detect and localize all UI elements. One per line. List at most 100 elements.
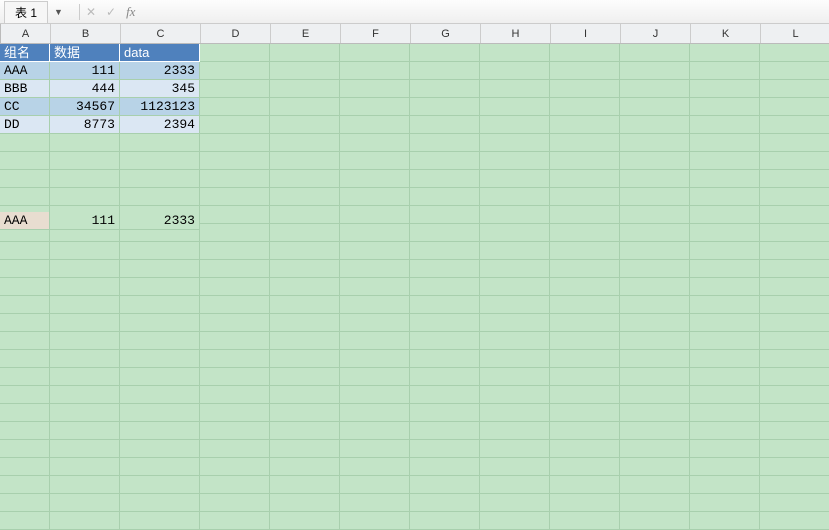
col-header-H[interactable]: H [481,24,551,43]
cell[interactable] [340,512,410,530]
cell[interactable] [120,134,200,152]
cell[interactable] [480,404,550,422]
row-value[interactable]: 444 [50,80,120,98]
cell[interactable] [690,458,760,476]
cell[interactable] [690,440,760,458]
cell[interactable] [340,458,410,476]
cell[interactable] [550,98,620,116]
cell[interactable] [270,44,340,62]
cell[interactable] [620,44,690,62]
cell[interactable] [410,458,480,476]
cell[interactable] [270,242,340,260]
cell[interactable] [480,260,550,278]
cell[interactable] [340,206,410,224]
cell[interactable] [340,386,410,404]
cell[interactable] [690,296,760,314]
cell[interactable] [620,332,690,350]
cell[interactable] [270,296,340,314]
cell[interactable] [690,242,760,260]
cell[interactable] [0,170,50,188]
row-value[interactable]: 2333 [120,62,200,80]
cell[interactable] [200,152,270,170]
cell[interactable] [120,512,200,530]
cell[interactable] [410,134,480,152]
cell[interactable] [200,206,270,224]
cell[interactable] [760,476,829,494]
cell[interactable] [0,422,50,440]
cell[interactable] [120,386,200,404]
col-header-F[interactable]: F [341,24,411,43]
table-header[interactable]: data [120,44,200,62]
cell[interactable] [200,422,270,440]
cell[interactable] [760,44,829,62]
cell[interactable] [410,188,480,206]
cell[interactable] [480,350,550,368]
cell[interactable] [200,224,270,242]
cell[interactable] [410,170,480,188]
cell[interactable] [690,512,760,530]
cell[interactable] [270,512,340,530]
cell[interactable] [340,44,410,62]
cell[interactable] [620,404,690,422]
cell[interactable] [200,260,270,278]
cell[interactable] [0,134,50,152]
cell[interactable] [0,404,50,422]
cell[interactable] [550,332,620,350]
cell[interactable] [620,98,690,116]
cell[interactable] [550,224,620,242]
cell[interactable] [480,296,550,314]
cell[interactable] [480,80,550,98]
cell[interactable] [480,134,550,152]
cell[interactable] [340,188,410,206]
cell[interactable] [340,170,410,188]
cell[interactable] [620,422,690,440]
cell[interactable] [690,188,760,206]
cell[interactable] [620,368,690,386]
cell[interactable] [340,152,410,170]
cell[interactable] [480,386,550,404]
cell[interactable] [620,494,690,512]
cell[interactable] [0,350,50,368]
selection-echo-cell[interactable]: 2333 [120,212,200,230]
cell[interactable] [760,134,829,152]
cell[interactable] [50,152,120,170]
cell[interactable] [760,386,829,404]
cell[interactable] [340,422,410,440]
cell[interactable] [690,206,760,224]
cell[interactable] [690,278,760,296]
cell[interactable] [410,494,480,512]
cell[interactable] [690,98,760,116]
cell[interactable] [550,260,620,278]
cell[interactable] [200,386,270,404]
cell[interactable] [410,152,480,170]
spreadsheet-grid[interactable]: 1 AAABBBCCDD ▴ ▾ AAA 组名数据dataAAA1112333B… [0,44,829,524]
cell[interactable] [0,260,50,278]
cell[interactable] [550,494,620,512]
cell[interactable] [690,314,760,332]
cell[interactable] [270,368,340,386]
cell[interactable] [760,98,829,116]
cell[interactable] [410,224,480,242]
cell[interactable] [200,404,270,422]
cell[interactable] [550,368,620,386]
row-name[interactable]: DD [0,116,50,134]
cell[interactable] [760,368,829,386]
cell[interactable] [620,242,690,260]
cell[interactable] [340,404,410,422]
sheet-tab[interactable]: 表 1 [4,1,48,23]
cell[interactable] [270,440,340,458]
cell[interactable] [760,440,829,458]
cell[interactable] [340,224,410,242]
cell[interactable] [50,296,120,314]
cell[interactable] [410,314,480,332]
cell[interactable] [50,170,120,188]
cell[interactable] [410,98,480,116]
cell[interactable] [620,512,690,530]
sheet-dropdown-icon[interactable]: ▼ [54,7,63,17]
cell[interactable] [340,242,410,260]
cell[interactable] [550,152,620,170]
cell[interactable] [340,368,410,386]
table-header[interactable]: 组名 [0,44,50,62]
cell[interactable] [0,494,50,512]
cell[interactable] [480,98,550,116]
